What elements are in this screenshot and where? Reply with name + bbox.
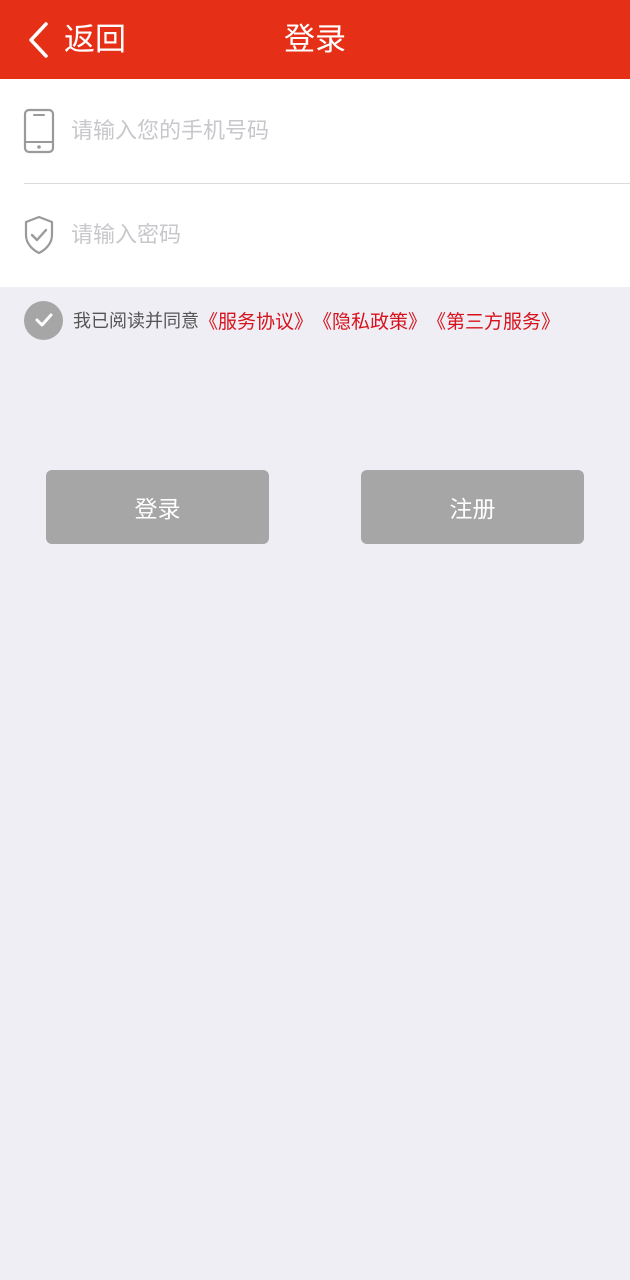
password-row [0, 183, 630, 287]
agreement-row: 我已阅读并同意 《服务协议》 《隐私政策》 《第三方服务》 [24, 300, 560, 340]
shield-check-icon [23, 215, 55, 255]
page-title: 登录 [284, 22, 346, 58]
header-bar: 返回 登录 [0, 0, 630, 79]
password-input[interactable] [71, 215, 620, 255]
phone-row [0, 79, 630, 183]
phone-input[interactable] [71, 111, 620, 151]
privacy-policy-link[interactable]: 《隐私政策》 [313, 307, 427, 334]
login-form [0, 79, 630, 287]
mobile-phone-icon [23, 108, 55, 154]
login-screen: 返回 登录 请输入您的手机号码 我已阅读并同意 《服务协议》 《隐私政策》 《第… [0, 0, 630, 1280]
agree-checkbox[interactable] [24, 300, 63, 340]
third-party-service-link[interactable]: 《第三方服务》 [427, 307, 560, 334]
service-agreement-link[interactable]: 《服务协议》 [199, 307, 313, 334]
register-button[interactable]: 注册 [361, 470, 584, 544]
agreement-text: 我已阅读并同意 [73, 311, 199, 332]
login-button[interactable]: 登录 [46, 470, 269, 544]
checkmark-icon [35, 313, 52, 327]
